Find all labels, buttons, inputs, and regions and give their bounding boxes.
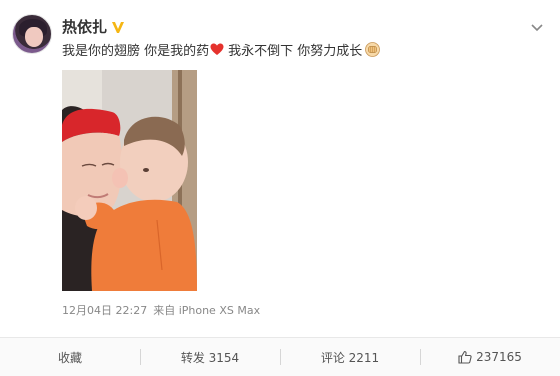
- repost-button[interactable]: 转发 3154: [140, 338, 280, 376]
- chevron-down-icon[interactable]: [530, 20, 544, 34]
- post-source[interactable]: 来自 iPhone XS Max: [153, 302, 260, 318]
- heart-icon: [210, 43, 224, 55]
- weibo-post: 热依扎 我是你的翅膀 你是我的药 我永不倒下 你努力成长 12月04日 22:2…: [0, 0, 560, 376]
- post-text: 我是你的翅膀 你是我的药 我永不倒下 你努力成长: [62, 40, 381, 59]
- post-meta: 12月04日 22:27 来自 iPhone XS Max: [62, 302, 260, 318]
- post-photo[interactable]: [62, 70, 197, 291]
- verified-badge-icon: [112, 21, 125, 33]
- author-name[interactable]: 热依扎: [62, 16, 107, 37]
- favorite-button[interactable]: 收藏: [0, 338, 140, 376]
- fist-icon: [365, 42, 381, 57]
- comment-button[interactable]: 评论 2211: [280, 338, 420, 376]
- repost-label: 转发 3154: [180, 350, 240, 365]
- action-bar: 收藏 转发 3154 评论 2211 237165: [0, 338, 560, 376]
- post-time[interactable]: 12月04日 22:27: [62, 302, 147, 318]
- favorite-label: 收藏: [57, 350, 82, 365]
- author-avatar[interactable]: [12, 14, 52, 54]
- post-text-part1: 我是你的翅膀 你是我的药: [62, 44, 210, 59]
- thumbs-up-icon: [458, 350, 472, 364]
- like-count: 237165: [476, 350, 522, 364]
- author-line: 热依扎: [62, 16, 125, 37]
- comment-label: 评论 2211: [320, 350, 380, 365]
- like-button[interactable]: 237165: [420, 338, 560, 376]
- post-text-part2: 我永不倒下 你努力成长: [228, 44, 363, 59]
- avatar-face: [25, 27, 43, 47]
